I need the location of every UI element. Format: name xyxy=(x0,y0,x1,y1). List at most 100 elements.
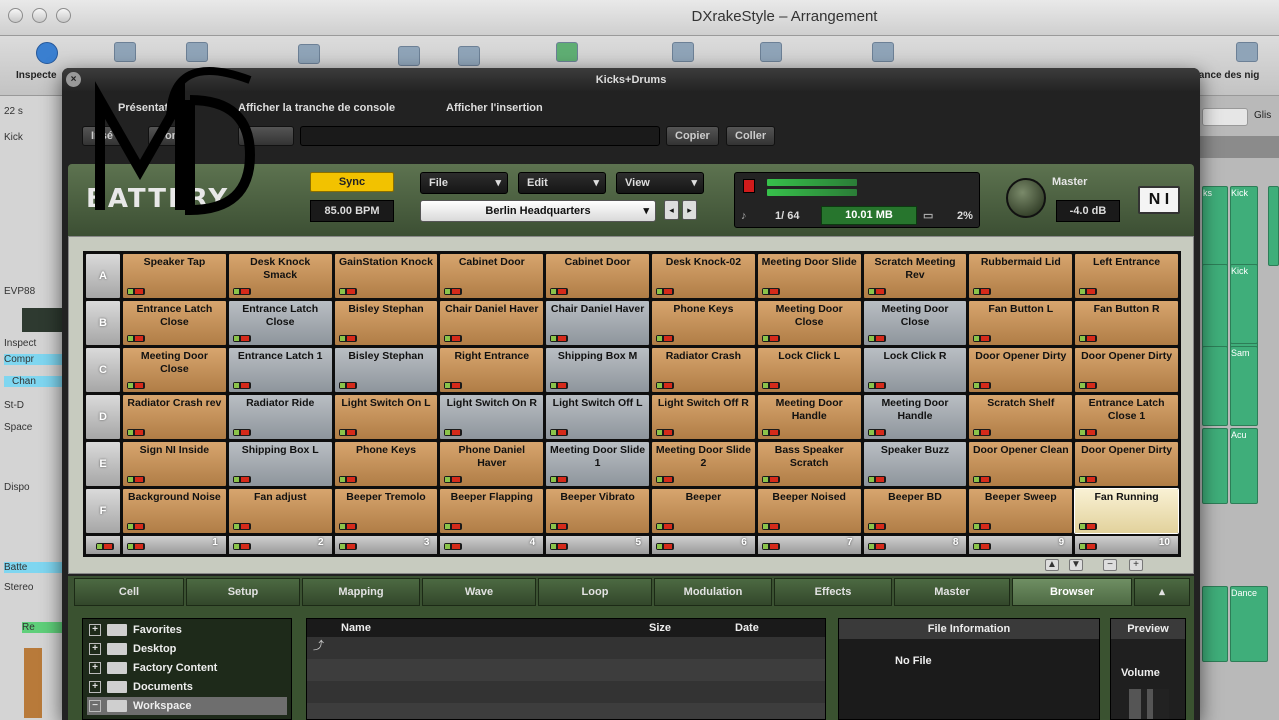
cell-d3[interactable]: Light Switch On L xyxy=(334,395,438,439)
cell-d10[interactable]: Entrance Latch Close 1 xyxy=(1075,395,1178,439)
kit-name-select[interactable]: Berlin Headquarters ▾ xyxy=(420,200,656,222)
cell-c7[interactable]: Lock Click L xyxy=(757,348,861,392)
edit-menu-button[interactable]: Edit ▾ xyxy=(518,172,606,194)
column-footer-10[interactable]: 10 xyxy=(1075,536,1178,554)
column-footer-2[interactable]: 2 xyxy=(228,536,332,554)
preset-nav-buttons[interactable] xyxy=(238,126,294,146)
bounce-icon[interactable] xyxy=(1236,42,1258,62)
expand-icon[interactable]: + xyxy=(89,681,101,693)
cell-f8[interactable]: Beeper BD xyxy=(863,489,967,533)
expand-icon[interactable]: + xyxy=(89,624,101,636)
column-footer-7[interactable]: 7 xyxy=(757,536,861,554)
cell-d9[interactable]: Scratch Shelf xyxy=(969,395,1073,439)
row-label-f[interactable]: F xyxy=(86,489,120,533)
cell-e6[interactable]: Meeting Door Slide 2 xyxy=(652,442,755,486)
row-label-b[interactable]: B xyxy=(86,301,120,345)
add-row-icon[interactable]: + xyxy=(1129,559,1143,571)
cell-a6[interactable]: Desk Knock-02 xyxy=(652,254,755,298)
cell-b8[interactable]: Meeting Door Close xyxy=(863,301,967,345)
cell-c3[interactable]: Bisley Stephan xyxy=(334,348,438,392)
cell-e9[interactable]: Door Opener Clean xyxy=(969,442,1073,486)
memory-display[interactable]: 10.01 MB xyxy=(821,206,917,225)
cell-a4[interactable]: Cabinet Door xyxy=(440,254,544,298)
region[interactable]: Kick xyxy=(1230,264,1258,344)
name-column-header[interactable]: Name xyxy=(341,619,371,637)
tab-wave[interactable]: Wave xyxy=(422,578,536,606)
cell-f3[interactable]: Beeper Tremolo xyxy=(334,489,438,533)
cell-a5[interactable]: Cabinet Door xyxy=(546,254,649,298)
cell-b2[interactable]: Entrance Latch Close xyxy=(228,301,332,345)
scroll-down-icon[interactable]: ▼ xyxy=(1069,559,1083,571)
cell-f9[interactable]: Beeper Sweep xyxy=(969,489,1073,533)
file-row[interactable]: ⤴ xyxy=(307,637,825,659)
row-label-d[interactable]: D xyxy=(86,395,120,439)
file-menu-button[interactable]: File ▾ xyxy=(420,172,508,194)
file-row[interactable] xyxy=(307,659,825,681)
cell-b4[interactable]: Chair Daniel Haver xyxy=(440,301,544,345)
master-volume-knob[interactable] xyxy=(1006,178,1046,218)
row-label-e[interactable]: E xyxy=(86,442,120,486)
cell-f1[interactable]: Background Noise xyxy=(123,489,226,533)
column-footer-9[interactable]: 9 xyxy=(969,536,1073,554)
collapse-icon[interactable]: − xyxy=(89,700,101,712)
toolbar-tool-icon[interactable] xyxy=(114,42,136,62)
toolbar-tool-icon[interactable] xyxy=(760,42,782,62)
toolbar-tool-icon[interactable] xyxy=(398,46,420,66)
tab-effects[interactable]: Effects xyxy=(774,578,892,606)
cell-c1[interactable]: Meeting Door Close xyxy=(123,348,226,392)
region[interactable] xyxy=(1268,186,1279,266)
insert-slot[interactable]: Compr xyxy=(4,354,64,365)
cell-e4[interactable]: Phone Daniel Haver xyxy=(440,442,544,486)
preview-volume-slider[interactable] xyxy=(1129,689,1169,719)
row-label-c[interactable]: C xyxy=(86,348,120,392)
tree-item-workspace[interactable]: − Workspace xyxy=(87,697,287,715)
paste-button[interactable]: Coller xyxy=(726,126,776,146)
region[interactable] xyxy=(1202,264,1228,354)
tab-master[interactable]: Master xyxy=(894,578,1010,606)
cell-d4[interactable]: Light Switch On R xyxy=(440,395,544,439)
insert-slot[interactable]: Chan xyxy=(4,376,64,387)
preset-select[interactable] xyxy=(300,126,660,146)
cell-a7[interactable]: Meeting Door Slide xyxy=(757,254,861,298)
toolbar-tool-icon[interactable] xyxy=(298,44,320,64)
cell-d7[interactable]: Meeting Door Handle xyxy=(757,395,861,439)
cell-c6[interactable]: Radiator Crash xyxy=(652,348,755,392)
file-row[interactable] xyxy=(307,703,825,719)
cell-a10[interactable]: Left Entrance xyxy=(1075,254,1178,298)
cell-a8[interactable]: Scratch Meeting Rev xyxy=(863,254,967,298)
cell-a9[interactable]: Rubbermaid Lid xyxy=(969,254,1073,298)
collapse-panel-button[interactable]: ▴ xyxy=(1134,578,1190,606)
cell-f7[interactable]: Beeper Noised xyxy=(757,489,861,533)
cell-d1[interactable]: Radiator Crash rev xyxy=(123,395,226,439)
compare-button[interactable]: Com xyxy=(148,126,191,146)
cell-e2[interactable]: Shipping Box L xyxy=(228,442,332,486)
cell-a3[interactable]: GainStation Knock xyxy=(334,254,438,298)
sync-button[interactable]: Sync xyxy=(310,172,394,192)
column-footer-1[interactable]: 1 xyxy=(123,536,226,554)
next-kit-button[interactable]: ▸ xyxy=(682,200,697,220)
region[interactable]: Acu xyxy=(1230,428,1258,504)
region[interactable]: Sam xyxy=(1230,346,1258,426)
presentation-menu[interactable]: Présentation xyxy=(112,98,191,118)
cell-d6[interactable]: Light Switch Off R xyxy=(652,395,755,439)
cell-c8[interactable]: Lock Click R xyxy=(863,348,967,392)
tab-loop[interactable]: Loop xyxy=(538,578,652,606)
cell-f2[interactable]: Fan adjust xyxy=(228,489,332,533)
tree-item-favorites[interactable]: + Favorites xyxy=(87,621,287,639)
master-value[interactable]: -4.0 dB xyxy=(1056,200,1120,222)
copy-button[interactable]: Copier xyxy=(666,126,719,146)
channel-strip-menu[interactable]: Afficher la tranche de console xyxy=(232,98,401,118)
tab-cell[interactable]: Cell xyxy=(74,578,184,606)
column-footer-8[interactable]: 8 xyxy=(863,536,967,554)
remove-row-icon[interactable]: − xyxy=(1103,559,1117,571)
row-label-a[interactable]: A xyxy=(86,254,120,298)
tab-modulation[interactable]: Modulation xyxy=(654,578,772,606)
instrument-slot[interactable]: Batte xyxy=(4,562,64,573)
clip-indicator[interactable] xyxy=(743,179,755,193)
bpm-display[interactable]: 85.00 BPM xyxy=(310,200,394,222)
tool-select[interactable] xyxy=(1202,108,1248,126)
toolbar-tool-icon[interactable] xyxy=(872,42,894,62)
cell-a2[interactable]: Desk Knock Smack xyxy=(228,254,332,298)
region[interactable]: Dance xyxy=(1230,586,1268,662)
tab-setup[interactable]: Setup xyxy=(186,578,300,606)
